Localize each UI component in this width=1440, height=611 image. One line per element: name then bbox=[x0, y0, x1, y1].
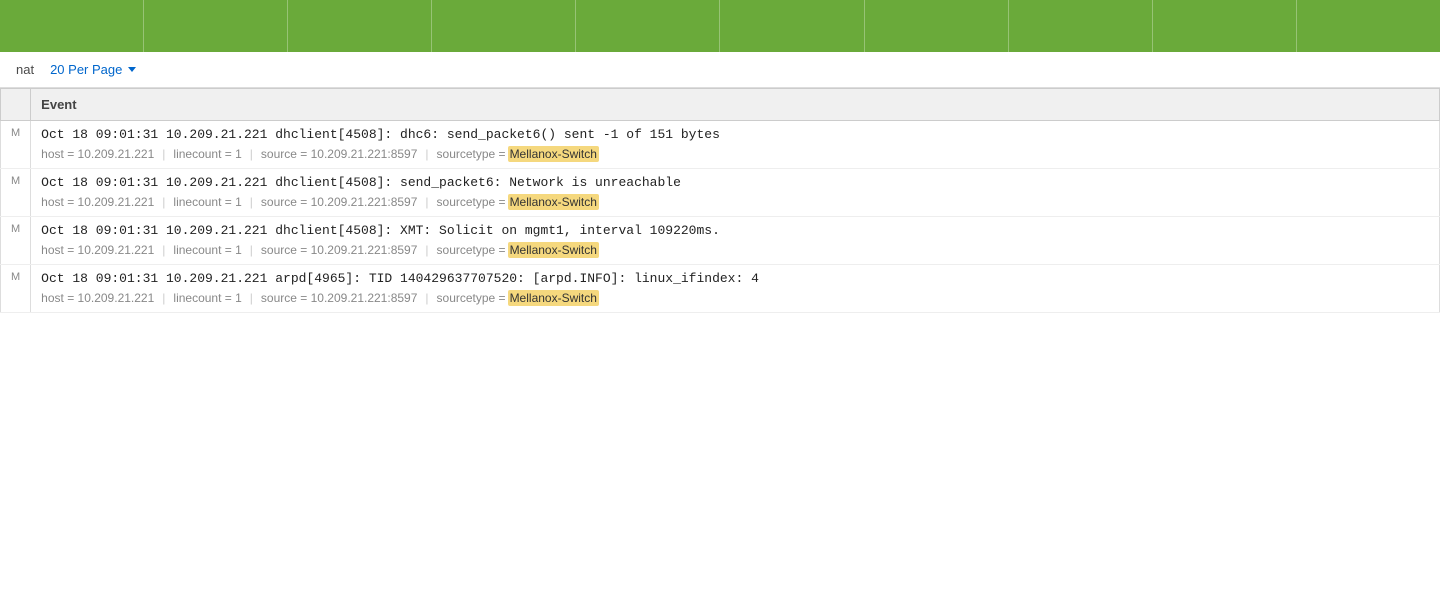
col-header-event: Event bbox=[31, 89, 1440, 121]
meta-sourcetype[interactable]: sourcetype = Mellanox-Switch bbox=[437, 242, 599, 258]
top-bar-cell-5 bbox=[576, 0, 720, 52]
meta-sourcetype-prefix: sourcetype = bbox=[437, 243, 506, 257]
event-text-cell: Oct 18 09:01:31 10.209.21.221 arpd[4965]… bbox=[31, 265, 1440, 289]
meta-sourcetype-value[interactable]: Mellanox-Switch bbox=[508, 146, 599, 162]
meta-sourcetype[interactable]: sourcetype = Mellanox-Switch bbox=[437, 194, 599, 210]
meta-sourcetype-value[interactable]: Mellanox-Switch bbox=[508, 242, 599, 258]
meta-sourcetype-prefix: sourcetype = bbox=[437, 195, 506, 209]
event-meta: host = 10.209.21.221 | linecount = 1 | sourc… bbox=[41, 146, 1429, 162]
row-type-icon: M bbox=[1, 169, 31, 193]
meta-separator: | bbox=[250, 147, 253, 161]
row-meta-icon-spacer bbox=[1, 192, 31, 217]
meta-linecount[interactable]: linecount = 1 bbox=[173, 243, 241, 257]
meta-sourcetype-prefix: sourcetype = bbox=[437, 147, 506, 161]
event-text: Oct 18 09:01:31 10.209.21.221 dhclient[4… bbox=[41, 175, 681, 190]
table-header-row: Event bbox=[1, 89, 1440, 121]
event-meta-cell: host = 10.209.21.221 | linecount = 1 | sourc… bbox=[31, 240, 1440, 265]
event-text: Oct 18 09:01:31 10.209.21.221 arpd[4965]… bbox=[41, 271, 759, 286]
event-text: Oct 18 09:01:31 10.209.21.221 dhclient[4… bbox=[41, 127, 720, 142]
meta-sourcetype-value[interactable]: Mellanox-Switch bbox=[508, 290, 599, 306]
table-row-meta: host = 10.209.21.221 | linecount = 1 | sourc… bbox=[1, 240, 1440, 265]
top-bar-cell-3 bbox=[288, 0, 432, 52]
event-meta: host = 10.209.21.221 | linecount = 1 | sourc… bbox=[41, 194, 1429, 210]
meta-separator: | bbox=[425, 195, 428, 209]
chevron-down-icon bbox=[128, 67, 136, 72]
events-table-container: Event M Oct 18 09:01:31 10.209.21.221 dhc… bbox=[0, 88, 1440, 313]
event-text-cell: Oct 18 09:01:31 10.209.21.221 dhclient[4… bbox=[31, 217, 1440, 241]
top-bar-cell-6 bbox=[720, 0, 864, 52]
col-header-icon bbox=[1, 89, 31, 121]
meta-separator: | bbox=[162, 291, 165, 305]
meta-host[interactable]: host = 10.209.21.221 bbox=[41, 243, 154, 257]
table-row: M Oct 18 09:01:31 10.209.21.221 dhclient[… bbox=[1, 121, 1440, 145]
table-row: M Oct 18 09:01:31 10.209.21.221 dhclient[… bbox=[1, 217, 1440, 241]
meta-sourcetype-value[interactable]: Mellanox-Switch bbox=[508, 194, 599, 210]
meta-separator: | bbox=[425, 147, 428, 161]
events-table: Event M Oct 18 09:01:31 10.209.21.221 dhc… bbox=[0, 88, 1440, 313]
table-row: M Oct 18 09:01:31 10.209.21.221 dhclient[… bbox=[1, 169, 1440, 193]
event-meta: host = 10.209.21.221 | linecount = 1 | sourc… bbox=[41, 290, 1429, 306]
meta-separator: | bbox=[162, 147, 165, 161]
row-type-icon: M bbox=[1, 265, 31, 289]
table-row-meta: host = 10.209.21.221 | linecount = 1 | sourc… bbox=[1, 144, 1440, 169]
top-bar-cell-10 bbox=[1297, 0, 1440, 52]
event-meta: host = 10.209.21.221 | linecount = 1 | sourc… bbox=[41, 242, 1429, 258]
meta-source[interactable]: source = 10.209.21.221:8597 bbox=[261, 243, 417, 257]
meta-host[interactable]: host = 10.209.21.221 bbox=[41, 195, 154, 209]
meta-separator: | bbox=[250, 195, 253, 209]
top-bar-cell-7 bbox=[865, 0, 1009, 52]
format-label: nat bbox=[16, 62, 34, 77]
meta-host[interactable]: host = 10.209.21.221 bbox=[41, 291, 154, 305]
event-text: Oct 18 09:01:31 10.209.21.221 dhclient[4… bbox=[41, 223, 720, 238]
table-row: M Oct 18 09:01:31 10.209.21.221 arpd[4965… bbox=[1, 265, 1440, 289]
event-text-cell: Oct 18 09:01:31 10.209.21.221 dhclient[4… bbox=[31, 121, 1440, 145]
meta-source[interactable]: source = 10.209.21.221:8597 bbox=[261, 291, 417, 305]
meta-separator: | bbox=[162, 243, 165, 257]
table-row-meta: host = 10.209.21.221 | linecount = 1 | sourc… bbox=[1, 288, 1440, 313]
meta-separator: | bbox=[425, 243, 428, 257]
row-type-icon: M bbox=[1, 121, 31, 145]
per-page-label: 20 Per Page bbox=[50, 62, 122, 77]
controls-bar: nat 20 Per Page bbox=[0, 52, 1440, 88]
row-type-icon: M bbox=[1, 217, 31, 241]
top-bar-cell-8 bbox=[1009, 0, 1153, 52]
top-bar bbox=[0, 0, 1440, 52]
event-meta-cell: host = 10.209.21.221 | linecount = 1 | sourc… bbox=[31, 288, 1440, 313]
top-bar-cell-9 bbox=[1153, 0, 1297, 52]
meta-sourcetype-prefix: sourcetype = bbox=[437, 291, 506, 305]
meta-separator: | bbox=[250, 243, 253, 257]
meta-separator: | bbox=[162, 195, 165, 209]
meta-source[interactable]: source = 10.209.21.221:8597 bbox=[261, 195, 417, 209]
meta-host[interactable]: host = 10.209.21.221 bbox=[41, 147, 154, 161]
event-text-cell: Oct 18 09:01:31 10.209.21.221 dhclient[4… bbox=[31, 169, 1440, 193]
per-page-dropdown[interactable]: 20 Per Page bbox=[50, 62, 136, 77]
table-row-meta: host = 10.209.21.221 | linecount = 1 | sourc… bbox=[1, 192, 1440, 217]
meta-source[interactable]: source = 10.209.21.221:8597 bbox=[261, 147, 417, 161]
meta-sourcetype[interactable]: sourcetype = Mellanox-Switch bbox=[437, 290, 599, 306]
top-bar-cell-2 bbox=[144, 0, 288, 52]
meta-sourcetype[interactable]: sourcetype = Mellanox-Switch bbox=[437, 146, 599, 162]
row-meta-icon-spacer bbox=[1, 288, 31, 313]
meta-linecount[interactable]: linecount = 1 bbox=[173, 195, 241, 209]
meta-separator: | bbox=[425, 291, 428, 305]
meta-linecount[interactable]: linecount = 1 bbox=[173, 291, 241, 305]
top-bar-cell-1 bbox=[0, 0, 144, 52]
meta-separator: | bbox=[250, 291, 253, 305]
row-meta-icon-spacer bbox=[1, 240, 31, 265]
event-meta-cell: host = 10.209.21.221 | linecount = 1 | sourc… bbox=[31, 144, 1440, 169]
meta-linecount[interactable]: linecount = 1 bbox=[173, 147, 241, 161]
top-bar-cell-4 bbox=[432, 0, 576, 52]
event-meta-cell: host = 10.209.21.221 | linecount = 1 | sourc… bbox=[31, 192, 1440, 217]
row-meta-icon-spacer bbox=[1, 144, 31, 169]
